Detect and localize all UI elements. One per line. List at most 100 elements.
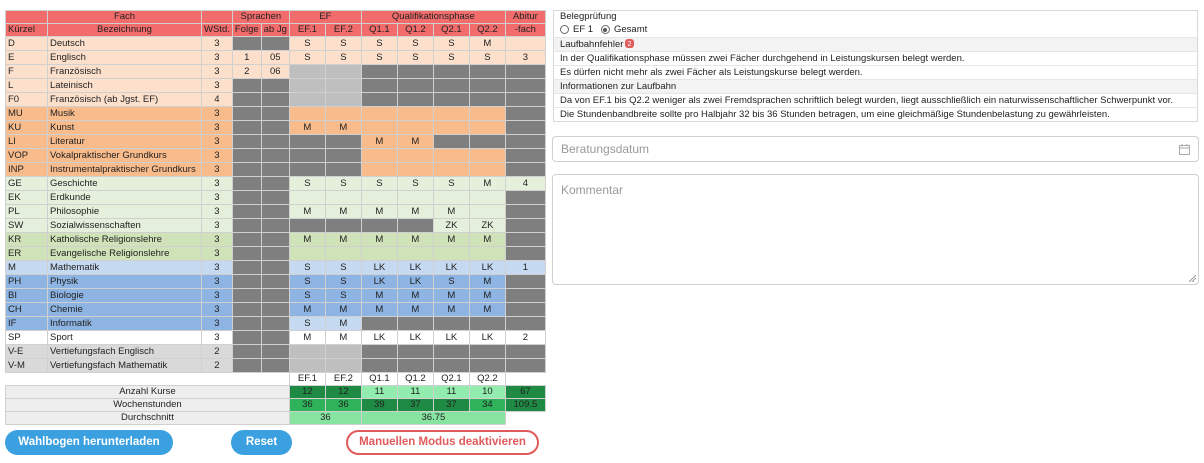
kurs-cell-q22[interactable] xyxy=(468,106,506,121)
radio-ef1[interactable] xyxy=(560,25,569,34)
kurs-cell-q21[interactable]: S xyxy=(432,50,470,65)
subject-ab-jg[interactable]: 06 xyxy=(260,64,290,79)
kurs-cell-q11[interactable]: M xyxy=(360,232,398,247)
kurs-cell-q22[interactable] xyxy=(468,246,506,261)
kurs-cell-q21[interactable]: M xyxy=(432,288,470,303)
kurs-cell-q21[interactable]: LK xyxy=(432,330,470,345)
kurs-cell-q12[interactable] xyxy=(396,246,434,261)
kurs-cell-q12[interactable]: LK xyxy=(396,260,434,275)
kurs-cell-ef1[interactable]: S xyxy=(288,316,326,331)
kurs-cell-q11[interactable]: M xyxy=(360,204,398,219)
subject-folge[interactable]: 1 xyxy=(231,50,262,65)
kurs-cell-ef2[interactable]: M xyxy=(324,232,362,247)
kurs-cell-q11[interactable] xyxy=(360,162,398,177)
kurs-cell-q21[interactable]: M xyxy=(432,204,470,219)
kurs-cell-q11[interactable] xyxy=(360,120,398,135)
kurs-cell-q21[interactable]: LK xyxy=(432,260,470,275)
kurs-cell-q12[interactable]: M xyxy=(396,134,434,149)
kurs-cell-q12[interactable]: S xyxy=(396,36,434,51)
kurs-cell-abi[interactable] xyxy=(504,36,546,51)
kurs-cell-q22[interactable]: M xyxy=(468,288,506,303)
subject-ab-jg[interactable]: 05 xyxy=(260,50,290,65)
kurs-cell-q12[interactable] xyxy=(396,162,434,177)
kurs-cell-q22[interactable]: M xyxy=(468,36,506,51)
kurs-cell-q11[interactable]: S xyxy=(360,50,398,65)
kurs-cell-q11[interactable]: M xyxy=(360,302,398,317)
kurs-cell-ef1[interactable]: M xyxy=(288,204,326,219)
kurs-cell-q21[interactable]: M xyxy=(432,232,470,247)
kurs-cell-q21[interactable] xyxy=(432,148,470,163)
kurs-cell-q21[interactable] xyxy=(432,120,470,135)
kurs-cell-q12[interactable] xyxy=(396,148,434,163)
kurs-cell-q21[interactable]: M xyxy=(432,302,470,317)
kurs-cell-q12[interactable]: M xyxy=(396,204,434,219)
kurs-cell-ef2[interactable]: S xyxy=(324,260,362,275)
kurs-cell-q12[interactable] xyxy=(396,106,434,121)
kurs-cell-q12[interactable]: S xyxy=(396,50,434,65)
kurs-cell-q21[interactable]: S xyxy=(432,274,470,289)
kurs-cell-q11[interactable]: LK xyxy=(360,330,398,345)
kurs-cell-q11[interactable]: S xyxy=(360,176,398,191)
kurs-cell-ef1[interactable]: M xyxy=(288,232,326,247)
kurs-cell-q11[interactable]: LK xyxy=(360,274,398,289)
kurs-cell-q22[interactable]: M xyxy=(468,176,506,191)
kurs-cell-ef1[interactable] xyxy=(288,106,326,121)
kurs-cell-ef2[interactable]: S xyxy=(324,50,362,65)
kurs-cell-ef1[interactable]: S xyxy=(288,260,326,275)
kurs-cell-q22[interactable] xyxy=(468,204,506,219)
kurs-cell-ef1[interactable]: M xyxy=(288,330,326,345)
manual-mode-button[interactable]: Manuellen Modus deaktivieren xyxy=(346,430,539,455)
kurs-cell-ef1[interactable]: S xyxy=(288,50,326,65)
kurs-cell-ef1[interactable]: S xyxy=(288,274,326,289)
kurs-cell-q21[interactable] xyxy=(432,106,470,121)
kurs-cell-ef1[interactable]: S xyxy=(288,36,326,51)
kurs-cell-ef2[interactable]: M xyxy=(324,120,362,135)
kurs-cell-q22[interactable]: ZK xyxy=(468,218,506,233)
kurs-cell-q12[interactable]: M xyxy=(396,302,434,317)
kurs-cell-ef2[interactable] xyxy=(324,190,362,205)
kurs-cell-q11[interactable]: LK xyxy=(360,260,398,275)
kurs-cell-q11[interactable]: M xyxy=(360,288,398,303)
kurs-cell-q21[interactable] xyxy=(432,162,470,177)
beratungsdatum-input[interactable]: Beratungsdatum xyxy=(552,136,1199,162)
resize-handle-icon[interactable] xyxy=(1189,275,1196,282)
kurs-cell-q11[interactable] xyxy=(360,106,398,121)
kurs-cell-abi[interactable]: 2 xyxy=(504,330,546,345)
kurs-cell-ef1[interactable]: M xyxy=(288,120,326,135)
kurs-cell-q12[interactable]: LK xyxy=(396,274,434,289)
kurs-cell-q21[interactable]: S xyxy=(432,36,470,51)
kurs-cell-q22[interactable] xyxy=(468,120,506,135)
kurs-cell-q21[interactable] xyxy=(432,190,470,205)
kurs-cell-q11[interactable] xyxy=(360,148,398,163)
kurs-cell-q22[interactable]: M xyxy=(468,232,506,247)
kurs-cell-q11[interactable] xyxy=(360,246,398,261)
kurs-cell-q12[interactable] xyxy=(396,190,434,205)
kommentar-textarea[interactable]: Kommentar xyxy=(552,174,1199,285)
kurs-cell-q11[interactable] xyxy=(360,190,398,205)
kurs-cell-q11[interactable]: S xyxy=(360,36,398,51)
kurs-cell-q21[interactable] xyxy=(432,246,470,261)
kurs-cell-q22[interactable] xyxy=(468,190,506,205)
kurs-cell-ef2[interactable]: M xyxy=(324,316,362,331)
kurs-cell-q12[interactable] xyxy=(396,120,434,135)
kurs-cell-ef2[interactable]: M xyxy=(324,302,362,317)
reset-button[interactable]: Reset xyxy=(231,430,292,455)
radio-gesamt[interactable] xyxy=(600,25,610,34)
kurs-cell-ef2[interactable]: M xyxy=(324,204,362,219)
kurs-cell-q22[interactable]: LK xyxy=(468,260,506,275)
kurs-cell-q22[interactable] xyxy=(468,162,506,177)
kurs-cell-abi[interactable]: 4 xyxy=(504,176,546,191)
kurs-cell-ef2[interactable]: S xyxy=(324,176,362,191)
kurs-cell-q12[interactable]: M xyxy=(396,288,434,303)
kurs-cell-q12[interactable]: LK xyxy=(396,330,434,345)
kurs-cell-ef1[interactable]: M xyxy=(288,302,326,317)
kurs-cell-abi[interactable]: 1 xyxy=(504,260,546,275)
kurs-cell-ef1[interactable] xyxy=(288,246,326,261)
kurs-cell-ef2[interactable]: S xyxy=(324,274,362,289)
kurs-cell-q12[interactable]: S xyxy=(396,176,434,191)
calendar-icon[interactable] xyxy=(1179,144,1190,155)
kurs-cell-q22[interactable] xyxy=(468,148,506,163)
kurs-cell-q12[interactable]: M xyxy=(396,232,434,247)
kurs-cell-q21[interactable]: S xyxy=(432,176,470,191)
kurs-cell-q21[interactable]: ZK xyxy=(432,218,470,233)
